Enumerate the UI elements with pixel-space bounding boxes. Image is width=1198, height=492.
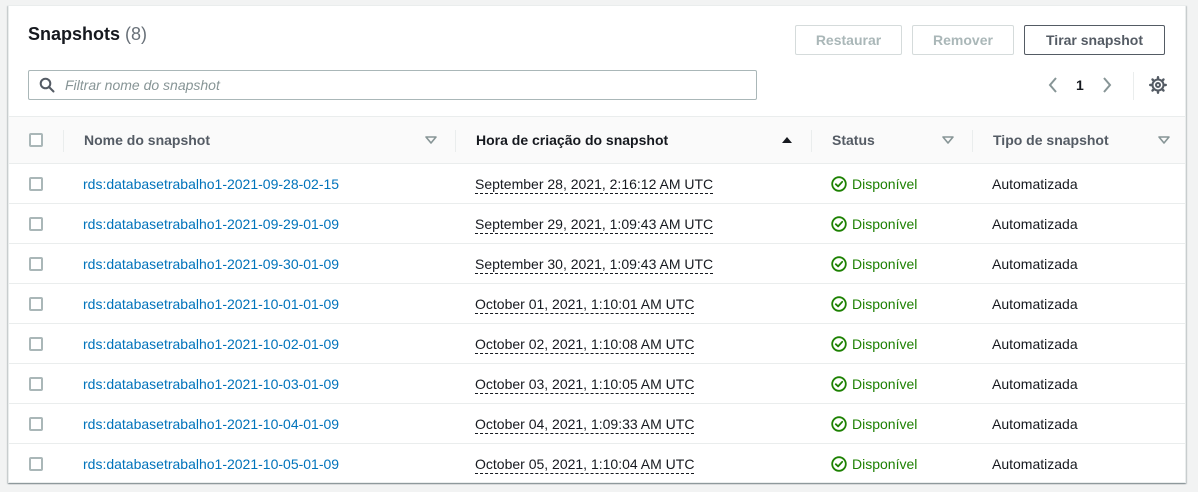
status-badge: Disponível — [831, 416, 917, 432]
status-badge: Disponível — [831, 216, 917, 232]
caret-down-outline-icon[interactable] — [424, 133, 438, 147]
snapshot-name-link[interactable]: rds:databasetrabalho1-2021-10-05-01-09 — [83, 456, 339, 472]
caret-down-outline-icon[interactable] — [941, 133, 955, 147]
row-checkbox[interactable] — [29, 217, 43, 231]
check-circle-icon — [831, 215, 847, 232]
status-text: Disponível — [852, 455, 918, 472]
current-page[interactable]: 1 — [1076, 77, 1084, 93]
table-row: rds:databasetrabalho1-2021-10-04-01-09 O… — [9, 404, 1185, 444]
snapshot-name-link[interactable]: rds:databasetrabalho1-2021-09-28-02-15 — [83, 176, 339, 192]
remove-button[interactable]: Remover — [912, 25, 1014, 55]
column-header-name[interactable]: Nome do snapshot — [84, 117, 210, 163]
creation-time[interactable]: October 02, 2021, 1:10:08 AM UTC — [475, 334, 695, 354]
snapshot-count: (8) — [125, 24, 148, 44]
check-circle-icon — [831, 335, 847, 352]
snapshot-name-link[interactable]: rds:databasetrabalho1-2021-10-04-01-09 — [83, 416, 339, 432]
status-badge: Disponível — [831, 176, 917, 192]
row-checkbox[interactable] — [29, 177, 43, 191]
check-circle-icon — [831, 175, 847, 192]
table-row: rds:databasetrabalho1-2021-10-05-01-09 O… — [9, 444, 1185, 484]
status-badge: Disponível — [831, 456, 917, 472]
status-text: Disponível — [852, 255, 918, 272]
creation-time[interactable]: September 28, 2021, 2:16:12 AM UTC — [475, 174, 714, 194]
column-header-status[interactable]: Status — [832, 117, 875, 163]
caret-down-outline-icon[interactable] — [1157, 133, 1171, 147]
table-row: rds:databasetrabalho1-2021-10-01-01-09 O… — [9, 284, 1185, 324]
page-title: Snapshots (8) — [28, 24, 147, 45]
column-header-time[interactable]: Hora de criação do snapshot — [476, 117, 668, 163]
search-icon — [39, 77, 55, 93]
status-badge: Disponível — [831, 296, 917, 312]
snapshot-name-link[interactable]: rds:databasetrabalho1-2021-10-01-01-09 — [83, 296, 339, 312]
snapshot-type: Automatizada — [992, 215, 1078, 232]
status-text: Disponível — [852, 295, 918, 312]
table-row: rds:databasetrabalho1-2021-10-03-01-09 O… — [9, 364, 1185, 404]
status-text: Disponível — [852, 215, 918, 232]
creation-time[interactable]: October 05, 2021, 1:10:04 AM UTC — [475, 454, 695, 474]
pager-divider — [1133, 72, 1134, 100]
creation-time[interactable]: September 29, 2021, 1:09:43 AM UTC — [475, 214, 714, 234]
table-row: rds:databasetrabalho1-2021-09-30-01-09 S… — [9, 244, 1185, 284]
column-divider — [455, 130, 456, 152]
status-badge: Disponível — [831, 336, 917, 352]
row-checkbox[interactable] — [29, 297, 43, 311]
creation-time[interactable]: October 04, 2021, 1:09:33 AM UTC — [475, 414, 695, 434]
snapshot-type: Automatizada — [992, 335, 1078, 352]
status-badge: Disponível — [831, 376, 917, 392]
gear-icon[interactable] — [1149, 76, 1167, 94]
creation-time[interactable]: September 30, 2021, 1:09:43 AM UTC — [475, 254, 714, 274]
snapshot-type: Automatizada — [992, 255, 1078, 272]
status-badge: Disponível — [831, 256, 917, 272]
column-divider — [811, 130, 812, 152]
column-divider — [972, 130, 973, 152]
table-row: rds:databasetrabalho1-2021-10-02-01-09 O… — [9, 324, 1185, 364]
status-text: Disponível — [852, 375, 918, 392]
column-header-type[interactable]: Tipo de snapshot — [993, 117, 1109, 163]
status-text: Disponível — [852, 175, 918, 192]
snapshot-type: Automatizada — [992, 295, 1078, 312]
snapshots-panel: Snapshots (8) Restaurar Remover Tirar sn… — [8, 5, 1186, 483]
check-circle-icon — [831, 255, 847, 272]
column-divider — [63, 130, 64, 152]
restore-button[interactable]: Restaurar — [795, 25, 902, 55]
chevron-left-icon[interactable] — [1046, 75, 1060, 95]
table-header: Nome do snapshot Hora de criação do snap… — [9, 116, 1185, 164]
check-circle-icon — [831, 375, 847, 392]
row-checkbox[interactable] — [29, 457, 43, 471]
creation-time[interactable]: October 03, 2021, 1:10:05 AM UTC — [475, 374, 695, 394]
row-checkbox[interactable] — [29, 377, 43, 391]
table-row: rds:databasetrabalho1-2021-09-29-01-09 S… — [9, 204, 1185, 244]
chevron-right-icon[interactable] — [1100, 75, 1114, 95]
pagination: 1 — [1046, 73, 1114, 97]
creation-time[interactable]: October 01, 2021, 1:10:01 AM UTC — [475, 294, 695, 314]
take-snapshot-button[interactable]: Tirar snapshot — [1024, 25, 1165, 55]
title-text: Snapshots — [28, 24, 121, 44]
row-checkbox[interactable] — [29, 337, 43, 351]
table-row: rds:databasetrabalho1-2021-09-28-02-15 S… — [9, 164, 1185, 204]
snapshot-name-link[interactable]: rds:databasetrabalho1-2021-10-02-01-09 — [83, 336, 339, 352]
status-text: Disponível — [852, 415, 918, 432]
row-checkbox[interactable] — [29, 417, 43, 431]
snapshot-name-link[interactable]: rds:databasetrabalho1-2021-09-30-01-09 — [83, 256, 339, 272]
snapshot-type: Automatizada — [992, 375, 1078, 392]
search-box — [28, 70, 757, 100]
select-all-checkbox[interactable] — [29, 133, 43, 147]
snapshot-type: Automatizada — [992, 175, 1078, 192]
snapshot-name-link[interactable]: rds:databasetrabalho1-2021-09-29-01-09 — [83, 216, 339, 232]
check-circle-icon — [831, 455, 847, 472]
search-input[interactable] — [63, 76, 756, 94]
snapshot-type: Automatizada — [992, 415, 1078, 432]
row-checkbox[interactable] — [29, 257, 43, 271]
caret-up-filled-icon[interactable] — [780, 133, 794, 147]
check-circle-icon — [831, 295, 847, 312]
snapshot-name-link[interactable]: rds:databasetrabalho1-2021-10-03-01-09 — [83, 376, 339, 392]
status-text: Disponível — [852, 335, 918, 352]
snapshot-type: Automatizada — [992, 455, 1078, 472]
check-circle-icon — [831, 415, 847, 432]
